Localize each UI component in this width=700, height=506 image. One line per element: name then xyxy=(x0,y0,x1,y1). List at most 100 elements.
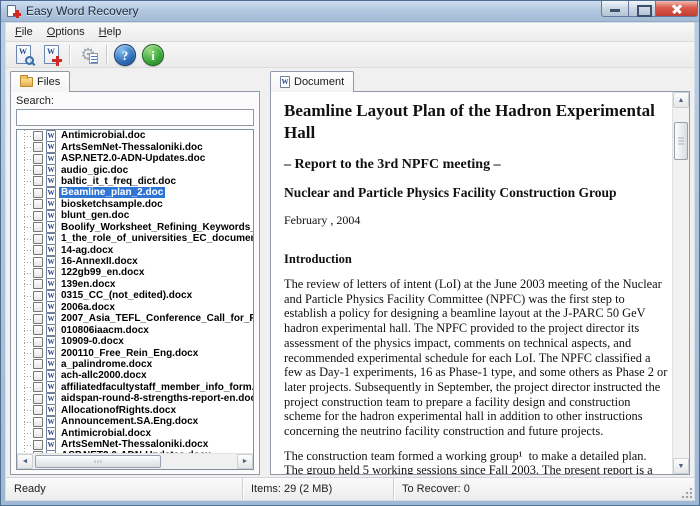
file-item[interactable]: W 122gb99_en.docx xyxy=(17,267,253,279)
file-item[interactable]: Wach-allc2000.docx xyxy=(17,370,253,382)
file-checkbox[interactable] xyxy=(33,359,43,370)
file-item[interactable]: W ASP.NET2.0-ADN-Updates.doc xyxy=(17,152,253,165)
h-scroll-thumb[interactable] xyxy=(35,455,162,468)
minimize-button[interactable] xyxy=(601,1,629,17)
h-scroll-track[interactable] xyxy=(33,454,237,469)
file-name-label: 139en.docx xyxy=(61,278,116,290)
file-checkbox[interactable] xyxy=(33,302,43,313)
v-scroll-thumb[interactable] xyxy=(674,122,688,160)
file-item[interactable]: W 0315_CC_(not_edited).docx xyxy=(17,290,253,302)
file-item[interactable]: W 200110_Free_Rein_Eng.docx xyxy=(17,347,253,359)
file-item[interactable]: W 010806iaacm.docx xyxy=(17,324,253,336)
file-checkbox[interactable] xyxy=(33,348,43,359)
file-item[interactable]: W 2007_Asia_TEFL_Conference_Call_for_Pres… xyxy=(17,313,253,325)
file-item[interactable]: Wa_palindrome.docx xyxy=(17,358,253,371)
file-item[interactable]: Waudio_gic.doc xyxy=(17,164,253,176)
file-item[interactable]: WASP.NET2.0-ADN-Updates.docx xyxy=(17,450,253,453)
file-item[interactable]: W Boolify_Worksheet_Refining_Keywords_v1.… xyxy=(17,221,253,233)
status-ready: Ready xyxy=(14,483,46,495)
document-paragraph: The review of letters of intent (LoI) at… xyxy=(284,277,668,439)
scroll-right-icon[interactable]: ► xyxy=(237,454,253,469)
file-name-label: 14-ag.docx xyxy=(61,244,114,256)
scroll-left-icon[interactable]: ◄ xyxy=(17,454,33,469)
file-checkbox[interactable] xyxy=(33,256,43,267)
file-item[interactable]: W 10909-0.docx xyxy=(17,335,253,348)
file-checkbox[interactable] xyxy=(33,165,43,176)
file-checkbox[interactable] xyxy=(33,450,43,453)
word-doc-icon: W xyxy=(46,404,56,416)
file-checkbox[interactable] xyxy=(33,176,43,187)
file-item[interactable]: W Announcement.SA.Eng.docx xyxy=(17,415,253,428)
file-checkbox[interactable] xyxy=(33,279,43,290)
status-bar: Ready Items: 29 (2 MB) To Recover: 0 xyxy=(6,477,694,500)
file-checkbox[interactable] xyxy=(33,153,43,164)
file-checkbox[interactable] xyxy=(33,325,43,336)
scroll-down-icon[interactable]: ▼ xyxy=(673,458,689,474)
file-checkbox[interactable] xyxy=(33,187,43,198)
file-item[interactable]: W 16-AnnexII.docx xyxy=(17,255,253,268)
file-item[interactable]: W Antimicrobial.docx xyxy=(17,427,253,439)
file-checkbox[interactable] xyxy=(33,199,43,210)
menu-help[interactable]: Help xyxy=(92,24,129,40)
tab-files[interactable]: Files xyxy=(10,71,71,92)
file-item[interactable]: W AllocationofRights.docx xyxy=(17,404,253,416)
file-tree: W Antimicrobial.doc W ArtsSemNet-Thessaloni… xyxy=(16,129,254,470)
file-checkbox[interactable] xyxy=(33,245,43,256)
file-item[interactable]: W Antimicrobial.doc xyxy=(17,130,253,142)
file-checkbox[interactable] xyxy=(33,267,43,278)
menu-options[interactable]: Options xyxy=(40,24,92,40)
file-checkbox[interactable] xyxy=(33,210,43,221)
file-checkbox[interactable] xyxy=(33,370,43,381)
folder-icon xyxy=(20,75,33,87)
horizontal-scrollbar[interactable]: ◄ ► xyxy=(17,453,253,469)
file-checkbox[interactable] xyxy=(33,393,43,404)
file-checkbox[interactable] xyxy=(33,416,43,427)
vertical-scrollbar[interactable]: ▲ ▼ xyxy=(672,92,689,474)
file-name-label: blunt_gen.doc xyxy=(61,210,130,222)
file-item[interactable]: W Beamline_plan_2.doc xyxy=(17,187,253,199)
file-checkbox[interactable] xyxy=(33,428,43,439)
file-name-label: 010806iaacm.docx xyxy=(61,324,149,336)
file-item[interactable]: W ArtsSemNet-Thessaloniki.doc xyxy=(17,141,253,153)
file-item[interactable]: Wblunt_gen.doc xyxy=(17,210,253,222)
file-item[interactable]: W 14-ag.docx xyxy=(17,244,253,256)
maximize-button[interactable] xyxy=(629,1,656,17)
file-item[interactable]: W 2006a.docx xyxy=(17,301,253,313)
file-checkbox[interactable] xyxy=(33,382,43,393)
file-checkbox[interactable] xyxy=(33,313,43,324)
file-checkbox[interactable] xyxy=(33,336,43,347)
resize-grip-icon[interactable] xyxy=(680,486,693,499)
menu-file[interactable]: File xyxy=(8,24,40,40)
file-item[interactable]: Wbiosketchsample.doc xyxy=(17,198,253,211)
scroll-up-icon[interactable]: ▲ xyxy=(673,92,689,108)
file-item[interactable]: Waffiliatedfacultystaff_member_info_form… xyxy=(17,381,253,394)
close-button[interactable] xyxy=(656,1,698,17)
status-items-count: Items: 29 (2 MB) xyxy=(251,483,333,495)
file-checkbox[interactable] xyxy=(33,290,43,301)
file-item[interactable]: W 139en.docx xyxy=(17,278,253,291)
file-checkbox[interactable] xyxy=(33,130,43,141)
file-checkbox[interactable] xyxy=(33,233,43,244)
help-button[interactable]: ? xyxy=(111,43,139,67)
word-doc-icon: W xyxy=(46,210,56,222)
file-item[interactable]: Waidspan-round-8-strengths-report-en.doc… xyxy=(17,393,253,405)
file-checkbox[interactable] xyxy=(33,142,43,153)
file-item[interactable]: W ArtsSemNet-Thessaloniki.docx xyxy=(17,438,253,451)
word-doc-icon: W xyxy=(46,347,56,359)
file-name-label: 2007_Asia_TEFL_Conference_Call_for_Prese… xyxy=(61,313,253,325)
checklist-icon xyxy=(89,52,98,64)
file-checkbox[interactable] xyxy=(33,439,43,450)
word-doc-icon: W xyxy=(46,152,56,165)
recover-button[interactable]: W xyxy=(37,43,65,67)
file-name-label: ASP.NET2.0-ADN-Updates.doc xyxy=(61,153,206,165)
tab-document[interactable]: W Document xyxy=(270,71,355,92)
v-scroll-track[interactable] xyxy=(673,108,689,458)
file-item[interactable]: Wbaltic_it_t_freq_dict.doc xyxy=(17,175,253,188)
file-item[interactable]: W 1_the_role_of_universities_EC_document_… xyxy=(17,232,253,245)
file-checkbox[interactable] xyxy=(33,405,43,416)
search-input[interactable] xyxy=(16,109,254,126)
settings-button[interactable]: ⚙ xyxy=(74,43,102,67)
about-button[interactable]: i xyxy=(139,43,167,67)
scan-button[interactable]: W xyxy=(9,43,37,67)
file-checkbox[interactable] xyxy=(33,222,43,233)
